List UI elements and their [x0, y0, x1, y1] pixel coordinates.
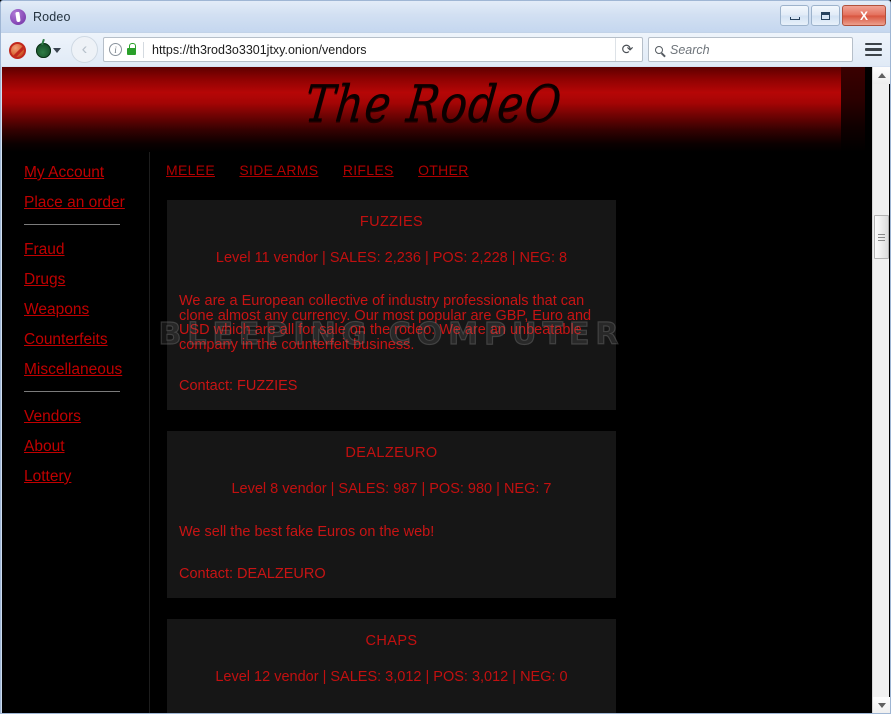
vendor-card[interactable]: CHAPS Level 12 vendor | SALES: 3,012 | P… [166, 617, 617, 713]
vendor-stats: Level 12 vendor | SALES: 3,012 | POS: 3,… [215, 668, 568, 685]
category-nav: MELEE SIDE ARMS RIFLES OTHER [166, 162, 874, 180]
nav-item-side-arms[interactable]: SIDE ARMS [239, 162, 318, 178]
sidebar-item-miscellaneous[interactable]: Miscellaneous [24, 361, 149, 379]
chevron-up-icon [877, 73, 886, 78]
sidebar-divider-1 [24, 224, 120, 225]
title-bar: Rodeo X [1, 1, 890, 32]
url-text: https://th3rod3o3301jtxy.onion/vendors [152, 42, 367, 57]
reload-button[interactable]: ⟳ [615, 38, 639, 61]
browser-toolbar: ‹ i https://th3rod3o3301jtxy.onion/vendo… [1, 32, 890, 66]
vendor-name: DEALZEURO [345, 445, 438, 461]
search-bar[interactable]: Search [648, 37, 853, 62]
search-icon [655, 45, 663, 54]
vendor-card[interactable]: FUZZIES Level 11 vendor | SALES: 2,236 |… [158, 199, 619, 411]
vendor-description: We sell the best fake Euros on the web! [179, 524, 435, 540]
web-page: The RodeO My Account Place an order Frau… [2, 67, 874, 713]
browser-window: Rodeo X ‹ i https://th3rod3o3301jtxy.oni… [0, 0, 891, 714]
maximize-button[interactable] [811, 5, 840, 26]
sidebar-item-counterfeits[interactable]: Counterfeits [24, 331, 149, 349]
vendor-name: FUZZIES [359, 214, 424, 230]
site-title: The RodeO [302, 75, 565, 134]
sidebar-item-drugs[interactable]: Drugs [24, 271, 149, 289]
hamburger-menu-icon[interactable] [858, 42, 884, 57]
vendor-contact: Contact: DEALZEURO [179, 565, 326, 582]
sidebar: My Account Place an order Fraud Drugs We… [2, 152, 150, 713]
vendor-name: CHAPS [365, 632, 418, 649]
sidebar-item-weapons[interactable]: Weapons [24, 301, 149, 319]
sidebar-item-fraud[interactable]: Fraud [24, 241, 149, 259]
close-button[interactable]: X [842, 5, 886, 26]
sidebar-divider-2 [24, 391, 120, 392]
site-info-icon[interactable]: i [109, 43, 122, 56]
vendor-stats: Level 11 vendor | SALES: 2,236 | POS: 2,… [215, 250, 568, 266]
page-viewport: The RodeO My Account Place an order Frau… [2, 67, 890, 713]
sidebar-item-lottery[interactable]: Lottery [24, 468, 149, 486]
back-button[interactable]: ‹ [71, 36, 98, 63]
sidebar-item-place-an-order[interactable]: Place an order [24, 194, 149, 212]
search-placeholder: Search [670, 42, 710, 57]
sidebar-item-my-account[interactable]: My Account [24, 164, 149, 182]
padlock-icon [127, 42, 137, 55]
main-content: MELEE SIDE ARMS RIFLES OTHER FUZZIES Lev… [150, 152, 874, 713]
scroll-down-button[interactable] [873, 697, 890, 713]
vendor-contact: Contact: FUZZIES [179, 378, 298, 394]
sidebar-item-vendors[interactable]: Vendors [24, 408, 149, 426]
favicon-user-circle-icon [10, 8, 26, 25]
url-divider [143, 41, 144, 58]
sidebar-item-about[interactable]: About [24, 438, 149, 456]
vendor-card[interactable]: DEALZEURO Level 8 vendor | SALES: 987 | … [166, 430, 617, 599]
minimize-button[interactable] [780, 5, 809, 26]
noscript-icon[interactable] [7, 39, 29, 61]
scrollbar-thumb[interactable] [874, 215, 889, 259]
vertical-scrollbar[interactable] [872, 67, 890, 713]
banner-right-edge [841, 67, 865, 152]
nav-item-other[interactable]: OTHER [418, 162, 469, 178]
chevron-down-icon [53, 47, 61, 53]
window-controls: X [780, 5, 886, 26]
nav-item-rifles[interactable]: RIFLES [343, 162, 394, 178]
address-bar[interactable]: i https://th3rod3o3301jtxy.onion/vendors… [103, 37, 643, 62]
vendor-stats: Level 8 vendor | SALES: 987 | POS: 980 |… [231, 481, 552, 497]
site-banner: The RodeO [2, 67, 865, 152]
page-body: My Account Place an order Fraud Drugs We… [2, 152, 874, 713]
scroll-up-button[interactable] [873, 67, 890, 84]
window-title: Rodeo [33, 9, 71, 24]
vendor-description: We are a European collective of industry… [179, 293, 592, 353]
back-arrow-icon: ‹ [81, 39, 88, 58]
nav-item-melee[interactable]: MELEE [166, 162, 215, 178]
onion-icon[interactable] [34, 39, 64, 61]
chevron-down-icon [877, 703, 886, 708]
